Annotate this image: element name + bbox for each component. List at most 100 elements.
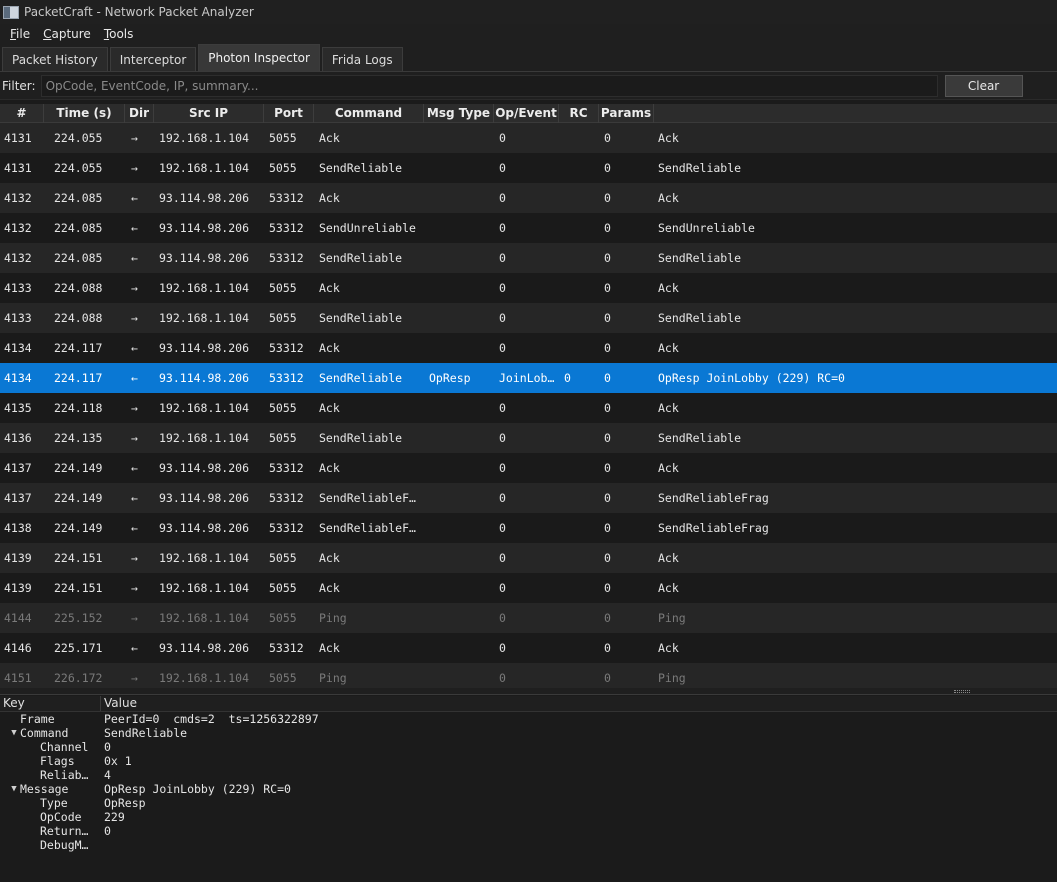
tab-packet-history[interactable]: Packet History: [2, 47, 108, 71]
col-header-9[interactable]: Params: [599, 104, 654, 123]
cell-time: 224.149: [54, 461, 103, 475]
table-row[interactable]: 4132 224.085 ← 93.114.98.206 53312 SendUnreli…: [0, 213, 1057, 243]
tree-item[interactable]: Flags 0x 1: [0, 754, 1057, 768]
cell-src: 93.114.98.206: [159, 221, 250, 235]
clear-button[interactable]: Clear: [944, 74, 1023, 97]
cell-dir: →: [131, 611, 138, 625]
filter-label: Filter:: [2, 78, 36, 93]
cell-summary: OpResp JoinLobby (229) RC=0: [658, 371, 845, 385]
detail-body: Frame PeerId=0 cmds=2 ts=1256322897 ▼ Comma…: [0, 712, 1057, 852]
cell-src: 192.168.1.104: [159, 131, 250, 145]
col-header-1[interactable]: Time (s): [44, 104, 125, 123]
splitter-grip-icon[interactable]: [954, 690, 970, 693]
cell-params: 0: [604, 251, 611, 265]
detail-tree: Key Value Frame PeerId=0 cmds=2 ts=125632…: [0, 696, 1057, 882]
table-row[interactable]: 4146 225.171 ← 93.114.98.206 53312 Ack 0 0 Ack: [0, 633, 1057, 663]
cell-summary: SendReliableFrag: [658, 491, 769, 505]
table-row[interactable]: 4133 224.088 → 192.168.1.104 5055 Ack 0 0 Ack: [0, 273, 1057, 303]
col-header-7[interactable]: Op/Event: [494, 104, 559, 123]
expand-arrow-icon[interactable]: ▼: [8, 728, 20, 738]
tree-value: 4: [104, 768, 111, 782]
table-row[interactable]: 4133 224.088 → 192.168.1.104 5055 SendReliabl…: [0, 303, 1057, 333]
col-header-5[interactable]: Command: [314, 104, 424, 123]
cell-dir: →: [131, 431, 138, 445]
col-header-summary: [654, 104, 1057, 123]
tab-photon-inspector[interactable]: Photon Inspector: [198, 44, 320, 71]
cell-src: 93.114.98.206: [159, 251, 250, 265]
cell-op: 0: [499, 431, 506, 445]
cell-cmd: Ping: [319, 611, 347, 625]
cell-op: 0: [499, 191, 506, 205]
table-row[interactable]: 4137 224.149 ← 93.114.98.206 53312 SendReliab…: [0, 483, 1057, 513]
tree-item[interactable]: ▼ Message OpResp JoinLobby (229) RC=0: [0, 782, 1057, 796]
tab-interceptor[interactable]: Interceptor: [109, 47, 197, 71]
col-header-8[interactable]: RC: [559, 104, 599, 123]
tree-key: Frame: [20, 712, 55, 726]
col-header-0[interactable]: #: [0, 104, 44, 123]
detail-col-key[interactable]: Key: [0, 696, 101, 711]
table-row[interactable]: 4131 224.055 → 192.168.1.104 5055 Ack 0 0 Ack: [0, 123, 1057, 153]
col-header-2[interactable]: Dir: [125, 104, 154, 123]
tree-key-cell: Flags: [0, 754, 104, 768]
detail-header: Key Value: [0, 696, 1057, 712]
tree-key-cell: Channel: [0, 740, 104, 754]
cell-time: 224.151: [54, 581, 103, 595]
table-row[interactable]: 4132 224.085 ← 93.114.98.206 53312 Ack 0 0 Ack: [0, 183, 1057, 213]
tree-item[interactable]: Reliab… 4: [0, 768, 1057, 782]
cell-port: 5055: [269, 161, 297, 175]
tree-item[interactable]: Channel 0: [0, 740, 1057, 754]
cell-params: 0: [604, 671, 611, 685]
table-row[interactable]: 4144 225.152 → 192.168.1.104 5055 Ping 0 0 Ping: [0, 603, 1057, 633]
cell-cmd: Ack: [319, 581, 340, 595]
cell-src: 192.168.1.104: [159, 671, 250, 685]
cell-params: 0: [604, 491, 611, 505]
filter-input[interactable]: [40, 74, 938, 97]
detail-col-value[interactable]: Value: [101, 696, 137, 711]
table-row[interactable]: 4132 224.085 ← 93.114.98.206 53312 SendReliab…: [0, 243, 1057, 273]
cell-dir: →: [131, 281, 138, 295]
expand-arrow-icon[interactable]: ▼: [8, 784, 20, 794]
cell-dir: ←: [131, 521, 138, 535]
table-row[interactable]: 4134 224.117 ← 93.114.98.206 53312 Ack 0 0 Ack: [0, 333, 1057, 363]
table-row[interactable]: 4139 224.151 → 192.168.1.104 5055 Ack 0 0 Ack: [0, 573, 1057, 603]
table-row[interactable]: 4134 224.117 ← 93.114.98.206 53312 SendReliab…: [0, 363, 1057, 393]
table-row[interactable]: 4137 224.149 ← 93.114.98.206 53312 Ack 0 0 Ack: [0, 453, 1057, 483]
col-header-3[interactable]: Src IP: [154, 104, 264, 123]
menu-tools[interactable]: Tools: [104, 27, 134, 41]
cell-src: 93.114.98.206: [159, 341, 250, 355]
tree-item[interactable]: ▼ Command SendReliable: [0, 726, 1057, 740]
cell-summary: Ack: [658, 281, 679, 295]
pane-splitter[interactable]: [0, 688, 1057, 695]
cell-port: 5055: [269, 401, 297, 415]
tree-item[interactable]: OpCode 229: [0, 810, 1057, 824]
tree-item[interactable]: DebugM…: [0, 838, 1057, 852]
tree-item[interactable]: Frame PeerId=0 cmds=2 ts=1256322897: [0, 712, 1057, 726]
cell-summary: Ping: [658, 671, 686, 685]
table-row[interactable]: 4135 224.118 → 192.168.1.104 5055 Ack 0 0 Ack: [0, 393, 1057, 423]
cell-port: 53312: [269, 221, 304, 235]
app-icon: [3, 5, 19, 19]
table-row[interactable]: 4139 224.151 → 192.168.1.104 5055 Ack 0 0 Ack: [0, 543, 1057, 573]
menu-capture[interactable]: Capture: [43, 27, 91, 41]
cell-rc: 0: [564, 371, 571, 385]
cell-time: 224.135: [54, 431, 103, 445]
col-header-4[interactable]: Port: [264, 104, 314, 123]
menu-file[interactable]: File: [10, 27, 30, 41]
cell-src: 192.168.1.104: [159, 281, 250, 295]
cell-cmd: SendUnreliable: [319, 221, 416, 235]
cell-num: 4137: [4, 491, 32, 505]
tab-frida-logs[interactable]: Frida Logs: [321, 47, 403, 71]
table-row[interactable]: 4131 224.055 → 192.168.1.104 5055 SendReliabl…: [0, 153, 1057, 183]
cell-num: 4134: [4, 341, 32, 355]
cell-cmd: Ack: [319, 461, 340, 475]
tree-item[interactable]: Return… 0: [0, 824, 1057, 838]
tree-item[interactable]: Type OpResp: [0, 796, 1057, 810]
cell-params: 0: [604, 551, 611, 565]
cell-time: 225.152: [54, 611, 103, 625]
table-row[interactable]: 4138 224.149 ← 93.114.98.206 53312 SendReliab…: [0, 513, 1057, 543]
cell-summary: Ack: [658, 191, 679, 205]
table-row[interactable]: 4151 226.172 → 192.168.1.104 5055 Ping 0 0 Ping: [0, 663, 1057, 688]
tab-bar: Packet History Interceptor Photon Inspecto…: [0, 44, 1057, 72]
col-header-6[interactable]: Msg Type: [424, 104, 494, 123]
table-row[interactable]: 4136 224.135 → 192.168.1.104 5055 SendReliabl…: [0, 423, 1057, 453]
